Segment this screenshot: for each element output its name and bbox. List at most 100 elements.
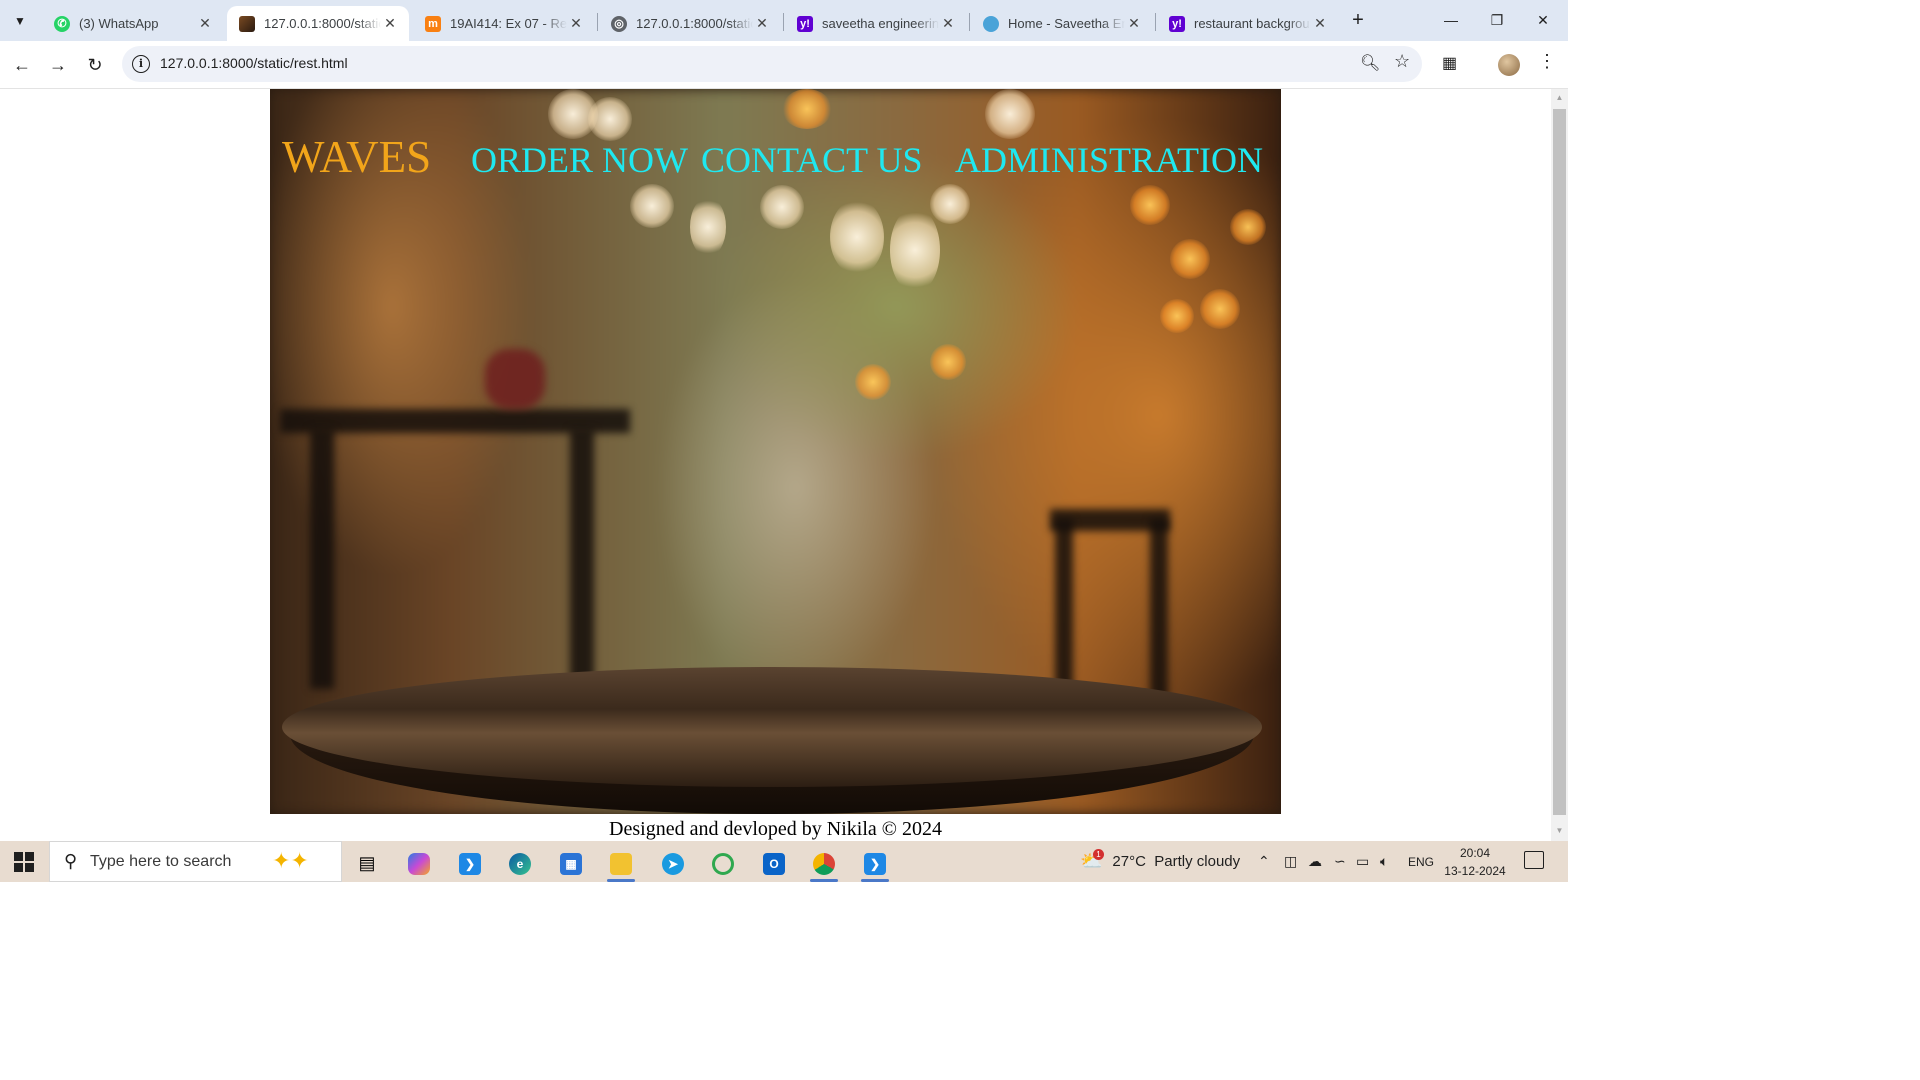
close-icon[interactable]: ✕ bbox=[567, 15, 585, 32]
new-tab-button[interactable]: + bbox=[1346, 9, 1370, 33]
forward-button[interactable]: → bbox=[44, 51, 72, 79]
close-icon[interactable]: ✕ bbox=[1311, 15, 1329, 32]
more-vertical-icon[interactable]: ⋮ bbox=[1538, 51, 1556, 72]
bokeh-light bbox=[1230, 209, 1266, 245]
nav-order-now-link[interactable]: ORDER NOW bbox=[471, 139, 688, 181]
back-button[interactable]: ← bbox=[8, 51, 36, 79]
notification-center-icon[interactable] bbox=[1524, 851, 1544, 869]
vertical-scrollbar[interactable]: ▲ ▼ bbox=[1551, 89, 1568, 841]
file-explorer-icon[interactable] bbox=[601, 845, 641, 882]
language-indicator[interactable]: ENG bbox=[1408, 841, 1434, 882]
bokeh-light bbox=[630, 184, 674, 228]
yahoo-icon: y! bbox=[1169, 15, 1185, 32]
whatsapp-icon: ✆ bbox=[54, 15, 70, 32]
tab-moodle-ex07[interactable]: m 19AI414: Ex 07 - Restaurant ✕ bbox=[413, 6, 595, 41]
moodle-icon: m bbox=[425, 15, 441, 32]
restaurant-image-icon bbox=[239, 15, 255, 32]
close-icon[interactable]: ✕ bbox=[753, 15, 771, 32]
tab-label: (3) WhatsApp bbox=[79, 16, 159, 31]
bokeh-light bbox=[855, 364, 891, 400]
windows-start-icon[interactable] bbox=[14, 852, 34, 872]
wifi-icon[interactable]: ∽ bbox=[1334, 841, 1346, 882]
tab-static[interactable]: ◎ 127.0.0.1:8000/static/ ✕ bbox=[599, 6, 781, 41]
tab-separator bbox=[1155, 13, 1156, 31]
restore-button[interactable]: ❐ bbox=[1474, 6, 1520, 34]
microsoft-store-icon[interactable]: ▦ bbox=[551, 845, 591, 882]
table-leg-silhouette bbox=[570, 429, 594, 689]
minimize-button[interactable]: — bbox=[1428, 6, 1474, 34]
tab-separator bbox=[969, 13, 970, 31]
close-icon[interactable]: ✕ bbox=[939, 15, 957, 32]
plus-icon: + bbox=[1352, 9, 1364, 31]
weather-text: 27°C Partly cloudy bbox=[1112, 853, 1241, 870]
tab-rest-html[interactable]: 127.0.0.1:8000/static/rest.html ✕ bbox=[227, 6, 409, 41]
scrollbar-thumb[interactable] bbox=[1553, 109, 1566, 815]
profile-avatar[interactable] bbox=[1498, 54, 1520, 76]
vscode-icon[interactable]: ❯ bbox=[855, 845, 895, 882]
search-highlight-sparkle-icon: ✦✦ bbox=[272, 848, 309, 873]
taskbar-search-box[interactable]: ⚲ Type here to search ✦✦ bbox=[49, 841, 342, 882]
page-footer: Designed and devloped by Nikila © 2024 bbox=[609, 818, 942, 840]
tab-search-button[interactable]: ▼ bbox=[6, 7, 34, 35]
url-text[interactable]: 127.0.0.1:8000/static/rest.html bbox=[160, 55, 348, 71]
bokeh-light bbox=[588, 97, 632, 141]
yahoo-icon: y! bbox=[797, 15, 813, 32]
tab-whatsapp[interactable]: ✆ (3) WhatsApp ✕ bbox=[42, 6, 224, 41]
app-green-ring-icon[interactable] bbox=[703, 845, 743, 882]
close-icon[interactable]: ✕ bbox=[1125, 15, 1143, 32]
vscode-icon[interactable]: ❯ bbox=[450, 845, 490, 882]
weather-alert-badge: 1 bbox=[1093, 849, 1104, 860]
tab-label: restaurant background bbox=[1194, 16, 1311, 31]
vase-silhouette bbox=[485, 349, 545, 409]
close-icon[interactable]: ✕ bbox=[381, 15, 399, 32]
restore-icon: ❐ bbox=[1490, 11, 1504, 28]
copilot-icon[interactable] bbox=[399, 845, 439, 882]
chrome-icon[interactable] bbox=[804, 845, 844, 882]
bokeh-light bbox=[985, 89, 1035, 139]
close-window-button[interactable]: ✕ bbox=[1520, 6, 1566, 34]
volume-icon[interactable]: 🔈︎ bbox=[1380, 841, 1388, 882]
bokeh-light bbox=[760, 185, 804, 229]
brand-logo-text[interactable]: WAVES bbox=[282, 131, 431, 183]
bookmark-star-icon[interactable]: ☆ bbox=[1394, 51, 1410, 72]
tab-label: 19AI414: Ex 07 - Restaurant bbox=[450, 16, 567, 31]
taskbar-clock[interactable]: 20:04 13-12-2024 bbox=[1440, 844, 1510, 880]
tab-saveetha-home[interactable]: Home - Saveetha Engineering ✕ bbox=[971, 6, 1153, 41]
nav-administration-link[interactable]: ADMINISTRATION bbox=[955, 139, 1263, 181]
clock-date: 13-12-2024 bbox=[1444, 864, 1506, 878]
tab-label: saveetha engineering college bbox=[822, 16, 939, 31]
scroll-down-arrow-icon[interactable]: ▼ bbox=[1554, 826, 1565, 837]
bokeh-light bbox=[930, 344, 966, 380]
info-icon[interactable]: i bbox=[132, 55, 150, 73]
weather-widget[interactable]: ⛅ 1 27°C Partly cloudy bbox=[1080, 841, 1240, 882]
saveetha-icon bbox=[983, 15, 999, 32]
meet-now-icon[interactable]: ◫ bbox=[1284, 841, 1297, 882]
bokeh-light bbox=[1200, 289, 1240, 329]
show-hidden-icons[interactable]: ⌃ bbox=[1258, 841, 1270, 882]
clock-time: 20:04 bbox=[1459, 846, 1491, 860]
arrow-right-icon: → bbox=[49, 54, 67, 75]
scroll-up-arrow-icon[interactable]: ▲ bbox=[1554, 93, 1565, 104]
edge-icon[interactable]: e bbox=[500, 845, 540, 882]
bokeh-light bbox=[690, 197, 726, 257]
tab-restaurant-background[interactable]: y! restaurant background ✕ bbox=[1157, 6, 1339, 41]
bokeh-light bbox=[830, 199, 884, 275]
extensions-puzzle-icon[interactable]: ▦ bbox=[1442, 53, 1457, 73]
tab-yahoo-saveetha[interactable]: y! saveetha engineering college ✕ bbox=[785, 6, 967, 41]
onedrive-cloud-icon[interactable]: ☁ bbox=[1308, 841, 1322, 882]
tab-strip: ▼ ✆ (3) WhatsApp ✕ 127.0.0.1:8000/static… bbox=[0, 0, 1568, 41]
address-bar[interactable]: i 127.0.0.1:8000/static/rest.html 🔍︎ ☆ bbox=[122, 46, 1422, 82]
hero-background-image: WAVES ORDER NOW CONTACT US ADMINISTRATIO… bbox=[270, 89, 1281, 814]
battery-icon[interactable]: ▭ bbox=[1356, 841, 1369, 882]
outlook-icon[interactable]: O bbox=[754, 845, 794, 882]
search-icon: ⚲ bbox=[64, 851, 78, 871]
bokeh-light bbox=[1170, 239, 1210, 279]
tab-separator bbox=[783, 13, 784, 31]
search-placeholder[interactable]: Type here to search bbox=[90, 853, 231, 871]
nav-contact-us-link[interactable]: CONTACT US bbox=[701, 139, 922, 181]
task-view-icon[interactable]: ▤ bbox=[347, 845, 387, 882]
app-blue-circle-icon[interactable]: ➤ bbox=[653, 845, 693, 882]
reload-button[interactable]: ↻ bbox=[81, 51, 109, 79]
zoom-icon[interactable]: 🔍︎ bbox=[1360, 53, 1380, 73]
close-icon[interactable]: ✕ bbox=[196, 15, 214, 32]
